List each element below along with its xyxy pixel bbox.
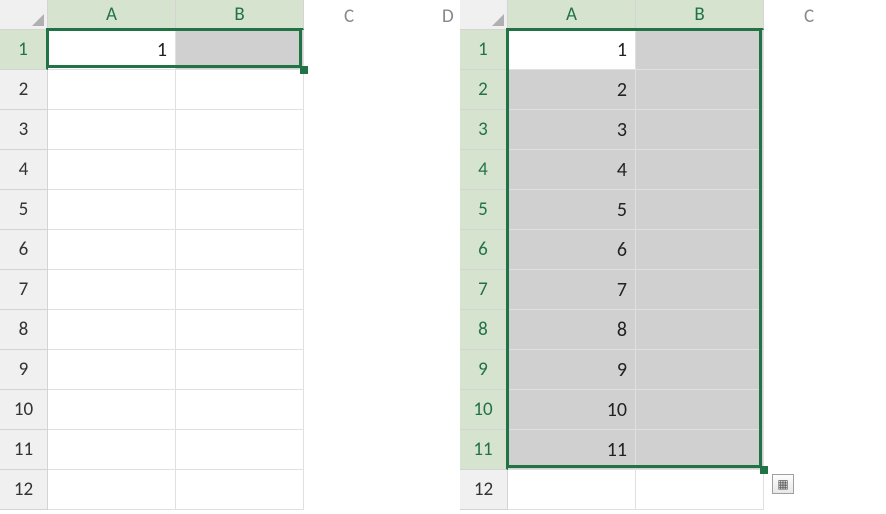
cell[interactable]: 11 (508, 430, 636, 470)
row-header[interactable]: 1 (0, 30, 48, 70)
column-header-partial-prev: D (442, 5, 454, 28)
cell[interactable] (636, 350, 764, 390)
row-header[interactable]: 12 (0, 470, 48, 510)
row-header[interactable]: 4 (460, 150, 508, 190)
cell[interactable] (636, 270, 764, 310)
cell[interactable] (48, 270, 176, 310)
cell[interactable] (636, 70, 764, 110)
row-header[interactable]: 6 (0, 230, 48, 270)
cell[interactable] (48, 190, 176, 230)
cell[interactable] (636, 390, 764, 430)
row-header[interactable]: 12 (460, 470, 508, 510)
cell[interactable] (636, 470, 764, 510)
cell[interactable] (508, 470, 636, 510)
cell[interactable] (48, 350, 176, 390)
row-header[interactable]: 1 (460, 30, 508, 70)
cell[interactable]: 9 (508, 350, 636, 390)
autofill-options-icon: ▦ (777, 477, 788, 492)
cell[interactable] (636, 230, 764, 270)
cell[interactable]: 7 (508, 270, 636, 310)
cell[interactable] (176, 310, 304, 350)
row-header[interactable]: 7 (460, 270, 508, 310)
fill-handle[interactable] (300, 66, 308, 74)
spreadsheet-left[interactable]: ABC1123456789101112 (0, 0, 430, 510)
cell[interactable] (636, 150, 764, 190)
cell[interactable] (48, 470, 176, 510)
row-header[interactable]: 7 (0, 270, 48, 310)
row-header[interactable]: 8 (460, 310, 508, 350)
column-header-A[interactable]: A (48, 0, 176, 30)
row-header[interactable]: 3 (0, 110, 48, 150)
row-header[interactable]: 2 (0, 70, 48, 110)
row-header[interactable]: 10 (0, 390, 48, 430)
row-header[interactable]: 4 (0, 150, 48, 190)
cell[interactable] (48, 150, 176, 190)
select-all-corner[interactable] (460, 0, 508, 30)
cell[interactable] (636, 110, 764, 150)
cell[interactable] (176, 30, 304, 70)
select-all-corner[interactable] (0, 0, 48, 30)
spreadsheet-right[interactable]: ABDC1122334455667788991010111112▦ (460, 0, 886, 510)
cell[interactable] (48, 390, 176, 430)
cell[interactable] (176, 70, 304, 110)
cell[interactable]: 6 (508, 230, 636, 270)
cell[interactable]: 5 (508, 190, 636, 230)
cell[interactable]: 3 (508, 110, 636, 150)
cell[interactable] (636, 30, 764, 70)
cell[interactable] (176, 230, 304, 270)
cell[interactable]: 1 (48, 30, 176, 70)
cell[interactable] (176, 110, 304, 150)
cell[interactable] (176, 350, 304, 390)
column-header-partial-next: C (804, 5, 814, 28)
row-header[interactable]: 5 (0, 190, 48, 230)
row-header[interactable]: 9 (460, 350, 508, 390)
column-header-B[interactable]: B (176, 0, 304, 30)
cell[interactable] (48, 70, 176, 110)
cell[interactable] (48, 230, 176, 270)
cell[interactable] (48, 310, 176, 350)
row-header[interactable]: 11 (460, 430, 508, 470)
row-header[interactable]: 2 (460, 70, 508, 110)
cell[interactable]: 10 (508, 390, 636, 430)
cell[interactable] (636, 190, 764, 230)
cell[interactable] (176, 270, 304, 310)
cell[interactable]: 1 (508, 30, 636, 70)
cell[interactable] (48, 110, 176, 150)
column-header-A[interactable]: A (508, 0, 636, 30)
cell[interactable] (48, 430, 176, 470)
cell[interactable] (176, 190, 304, 230)
autofill-options-button[interactable]: ▦ (772, 474, 794, 494)
cell[interactable] (176, 150, 304, 190)
cell[interactable] (176, 430, 304, 470)
row-header[interactable]: 9 (0, 350, 48, 390)
row-header[interactable]: 8 (0, 310, 48, 350)
cell[interactable] (176, 470, 304, 510)
cell[interactable]: 4 (508, 150, 636, 190)
cell[interactable]: 2 (508, 70, 636, 110)
row-header[interactable]: 6 (460, 230, 508, 270)
row-header[interactable]: 10 (460, 390, 508, 430)
column-header-partial-next: C (344, 5, 354, 28)
cell[interactable] (176, 390, 304, 430)
row-header[interactable]: 11 (0, 430, 48, 470)
cell[interactable]: 8 (508, 310, 636, 350)
row-header[interactable]: 3 (460, 110, 508, 150)
cell[interactable] (636, 430, 764, 470)
row-header[interactable]: 5 (460, 190, 508, 230)
cell[interactable] (636, 310, 764, 350)
fill-handle[interactable] (760, 466, 768, 474)
column-header-B[interactable]: B (636, 0, 764, 30)
